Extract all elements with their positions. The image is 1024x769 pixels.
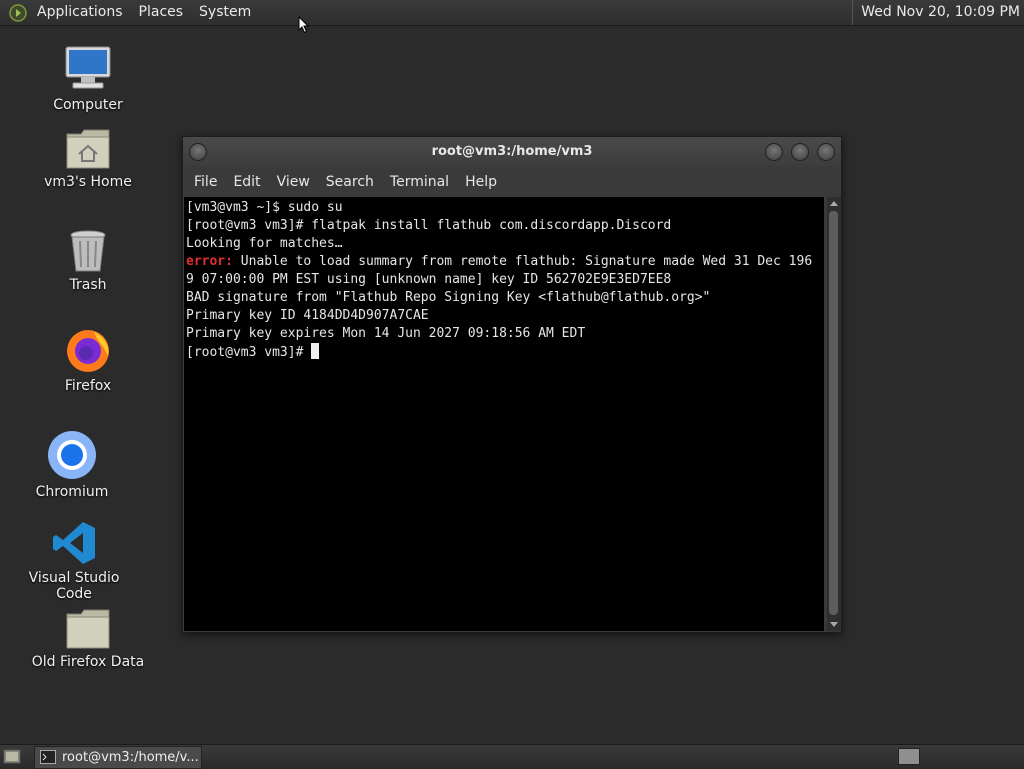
desktop-icon-home[interactable]: vm3's Home <box>38 128 138 190</box>
minimize-button[interactable] <box>765 143 783 161</box>
desktop-icon-chromium[interactable]: Chromium <box>27 430 117 500</box>
desktop-icon-vscode[interactable]: Visual Studio Code <box>14 520 134 602</box>
workspace-switcher-icon[interactable] <box>898 748 920 765</box>
terminal-menubar: File Edit View Search Terminal Help <box>183 167 841 197</box>
bottom-panel: root@vm3:/home/v... <box>0 744 1024 769</box>
maximize-button[interactable] <box>791 143 809 161</box>
desktop-icon-label: Trash <box>69 277 107 293</box>
text-cursor <box>311 343 320 359</box>
places-menu[interactable]: Places <box>131 0 192 25</box>
terminal-line: 9 07:00:00 PM EST using [unknown name] k… <box>186 272 672 287</box>
menu-help[interactable]: Help <box>457 174 505 190</box>
vscode-icon <box>53 522 95 564</box>
scroll-up-arrow-icon[interactable] <box>830 201 838 206</box>
terminal-app-icon <box>40 750 56 764</box>
folder-icon <box>66 609 110 649</box>
top-panel: Applications Places System Wed Nov 20, 1… <box>0 0 1024 26</box>
trash-icon <box>70 230 106 272</box>
terminal-window: root@vm3:/home/vm3 File Edit View Search… <box>182 136 842 633</box>
menu-edit[interactable]: Edit <box>225 174 268 190</box>
desktop-icon-label: vm3's Home <box>44 174 132 190</box>
menu-file[interactable]: File <box>186 174 225 190</box>
desktop-icon-firefox[interactable]: Firefox <box>43 326 133 394</box>
desktop-icon-label: Firefox <box>64 378 112 394</box>
terminal-line: Primary key ID 4184DD4D907A7CAE <box>186 308 429 323</box>
terminal-line: [root@vm3 vm3]# flatpak install flathub … <box>186 218 672 233</box>
terminal-line: Primary key expires Mon 14 Jun 2027 09:1… <box>186 326 586 341</box>
home-folder-icon <box>66 129 110 169</box>
title-bar[interactable]: root@vm3:/home/vm3 <box>183 137 841 167</box>
window-title: root@vm3:/home/vm3 <box>431 144 593 159</box>
computer-icon <box>65 46 111 89</box>
terminal-line: BAD signature from "Flathub Repo Signing… <box>186 290 711 305</box>
scroll-thumb[interactable] <box>829 211 838 615</box>
terminal-prompt: [root@vm3 vm3]# <box>186 345 312 360</box>
error-label: error: <box>186 254 233 269</box>
terminal-line: Looking for matches… <box>186 236 343 251</box>
desktop-icon-label: Computer <box>53 97 123 113</box>
applications-logo-icon[interactable] <box>9 3 27 22</box>
chromium-icon <box>48 431 96 479</box>
close-button[interactable] <box>817 143 835 161</box>
terminal-line: Unable to load summary from remote flath… <box>232 254 813 269</box>
clock[interactable]: Wed Nov 20, 10:09 PM <box>852 0 1024 25</box>
system-menu[interactable]: System <box>191 0 259 25</box>
scroll-down-arrow-icon[interactable] <box>830 622 838 627</box>
desktop-icon-label: Chromium <box>35 484 109 500</box>
show-desktop-icon[interactable] <box>3 748 21 765</box>
taskbar-terminal-button[interactable]: root@vm3:/home/v... <box>34 746 202 769</box>
desktop-icon-computer[interactable]: Computer <box>43 45 133 113</box>
menu-search[interactable]: Search <box>318 174 382 190</box>
mouse-pointer-icon <box>298 16 310 34</box>
firefox-icon <box>67 330 109 372</box>
desktop-icon-label: Visual Studio Code <box>28 570 120 602</box>
desktop-icon-trash[interactable]: Trash <box>43 229 133 293</box>
applications-menu[interactable]: Applications <box>29 0 131 25</box>
desktop-icon-label: Old Firefox Data <box>31 654 145 670</box>
terminal-line: [vm3@vm3 ~]$ sudo su <box>186 200 343 215</box>
scrollbar[interactable] <box>827 197 841 631</box>
desktop-icon-old-firefox-data[interactable]: Old Firefox Data <box>28 608 148 670</box>
terminal-output[interactable]: [vm3@vm3 ~]$ sudo su [root@vm3 vm3]# fla… <box>184 197 824 631</box>
taskbar-item-label: root@vm3:/home/v... <box>62 750 199 765</box>
menu-view[interactable]: View <box>269 174 318 190</box>
menu-terminal[interactable]: Terminal <box>382 174 457 190</box>
